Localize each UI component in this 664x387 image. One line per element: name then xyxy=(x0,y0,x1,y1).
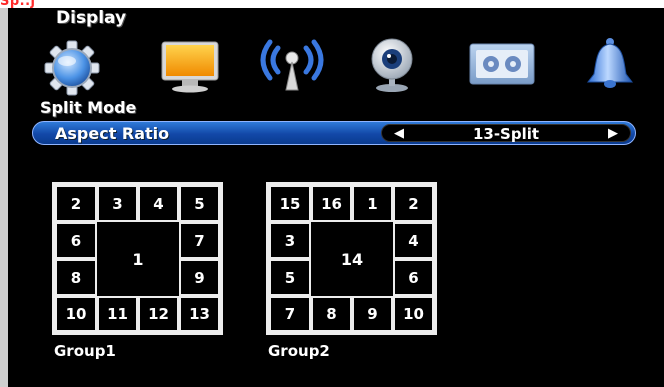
group2-label: Group2 xyxy=(268,342,330,360)
top-edge-strip xyxy=(0,0,664,8)
grid-cell: 15 xyxy=(269,185,311,222)
grid-cell: 7 xyxy=(179,222,220,259)
grid-cell: 6 xyxy=(55,222,97,259)
left-edge-strip xyxy=(0,0,8,387)
group1-label: Group1 xyxy=(54,342,116,360)
grid-cell: 1 xyxy=(352,185,393,222)
split-mode-selector[interactable]: ◀ 13-Split ▶ xyxy=(381,124,631,143)
wireless-icon[interactable] xyxy=(256,34,328,96)
monitor-icon[interactable] xyxy=(154,34,226,96)
grid-cell: 5 xyxy=(269,259,311,296)
aspect-ratio-label: Aspect Ratio xyxy=(55,124,170,143)
grid-cell: 9 xyxy=(352,296,393,332)
grid-cell: 10 xyxy=(393,296,434,332)
grid-cell-large: 1 xyxy=(97,222,179,296)
split-mode-label: Split Mode xyxy=(40,98,137,117)
grid-cell-large: 14 xyxy=(311,222,393,296)
grid-cell: 13 xyxy=(179,296,220,332)
grid-cell: 11 xyxy=(97,296,138,332)
grid-cell: 5 xyxy=(179,185,220,222)
bell-icon[interactable] xyxy=(574,34,646,96)
recorder-icon[interactable] xyxy=(466,34,538,96)
grid-cell: 7 xyxy=(269,296,311,332)
grid-cell: 4 xyxy=(393,222,434,259)
grid-cell: 3 xyxy=(97,185,138,222)
grid-cell: 12 xyxy=(138,296,179,332)
grid-cell: 2 xyxy=(393,185,434,222)
page-title: Display xyxy=(56,8,127,28)
camera-icon[interactable] xyxy=(356,34,428,96)
corner-text: Sp..j xyxy=(0,0,36,9)
grid-cell: 10 xyxy=(55,296,97,332)
grid-cell: 9 xyxy=(179,259,220,296)
grid-cell: 8 xyxy=(55,259,97,296)
display-menu-screen: Sp..j Display Split Mode Aspect Ratio ◀ … xyxy=(0,0,664,387)
gear-icon[interactable] xyxy=(38,34,110,96)
right-arrow-icon[interactable]: ▶ xyxy=(608,126,618,141)
menu-icon-bar xyxy=(38,34,658,100)
group1-layout-grid: 2 3 4 5 6 7 8 9 10 11 12 13 1 xyxy=(52,182,223,335)
split-mode-value: 13-Split xyxy=(472,125,540,143)
grid-cell: 16 xyxy=(311,185,352,222)
grid-cell: 2 xyxy=(55,185,97,222)
grid-cell: 3 xyxy=(269,222,311,259)
aspect-ratio-row[interactable]: Aspect Ratio ◀ 13-Split ▶ xyxy=(32,121,636,145)
group2-layout-grid: 15 16 1 2 3 4 5 6 7 8 9 10 14 xyxy=(266,182,437,335)
grid-cell: 6 xyxy=(393,259,434,296)
grid-cell: 8 xyxy=(311,296,352,332)
grid-cell: 4 xyxy=(138,185,179,222)
